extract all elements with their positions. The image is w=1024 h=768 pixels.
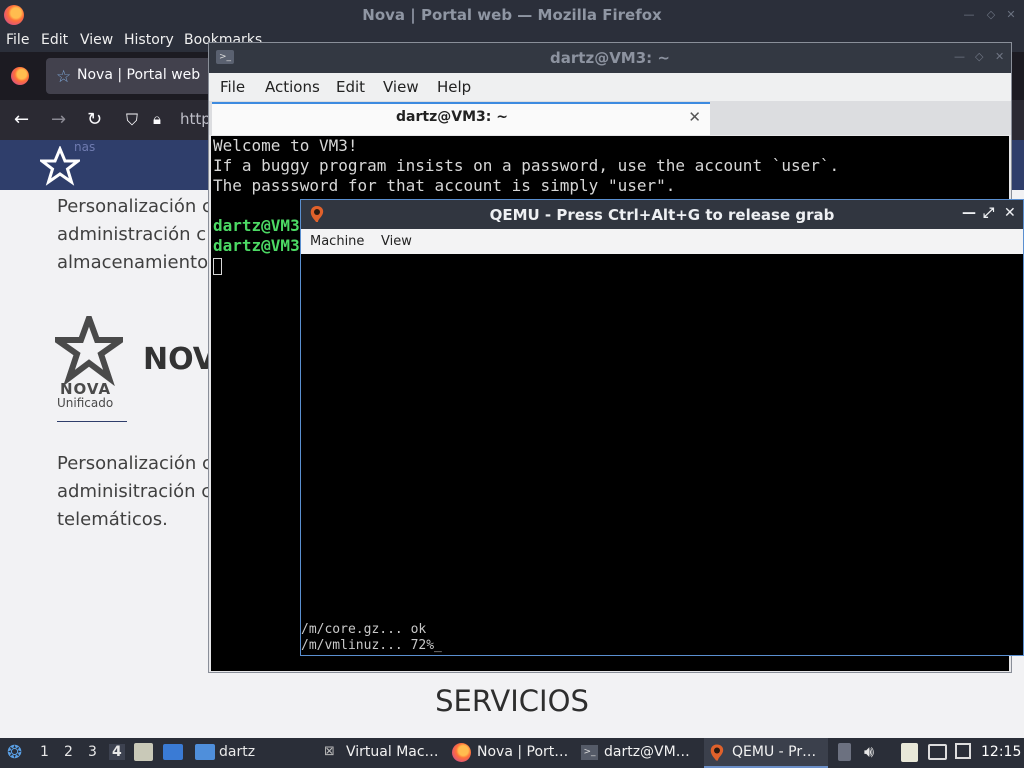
terminal-menu-help[interactable]: Help bbox=[437, 78, 471, 96]
firefox-window-title: Nova | Portal web — Mozilla Firefox bbox=[362, 6, 662, 24]
folder-icon[interactable] bbox=[195, 744, 215, 760]
task-qemu[interactable]: QEMU - Pr… bbox=[704, 738, 828, 768]
forward-arrow-icon[interactable]: → bbox=[51, 109, 66, 130]
logo-underline bbox=[57, 421, 127, 422]
star-favicon-icon: ☆ bbox=[56, 67, 72, 87]
nova-logo-sub: Unificado bbox=[57, 396, 114, 410]
terminal-tab[interactable]: dartz@VM3: ~ ✕ bbox=[212, 102, 710, 135]
menu-view[interactable]: View bbox=[80, 32, 113, 48]
task-firefox[interactable]: Nova | Port… bbox=[450, 738, 572, 768]
terminal-titlebar[interactable]: >_ dartz@VM3: ~ — ◇ ✕ bbox=[209, 43, 1011, 73]
qemu-console-line: /m/core.gz... ok bbox=[301, 622, 427, 637]
terminal-prompt: dartz@VM3 bbox=[213, 216, 300, 235]
nova-logo: NOVA Unificado bbox=[47, 309, 131, 410]
terminal-menubar: File Actions Edit View Help bbox=[209, 73, 1011, 101]
maximize-icon[interactable]: ◇ bbox=[984, 8, 998, 22]
scroll-tray-icon[interactable] bbox=[838, 743, 851, 761]
terminal-line: The passsword for that account is simply… bbox=[213, 176, 676, 195]
tab-nova-portal[interactable]: ☆ Nova | Portal web bbox=[46, 58, 216, 94]
qemu-window-title: QEMU - Press Ctrl+Alt+G to release grab bbox=[489, 206, 835, 224]
terminal-tabstrip: dartz@VM3: ~ ✕ bbox=[209, 101, 1011, 135]
task-label: Virtual Mac… bbox=[346, 744, 439, 760]
task-label: Nova | Port… bbox=[477, 744, 569, 760]
lock-icon[interactable]: 🔒︎ bbox=[153, 110, 161, 128]
paragraph-1-line-3: almacenamiento bbox=[57, 252, 209, 273]
task-label: QEMU - Pr… bbox=[732, 744, 817, 760]
desktop-launcher-icon[interactable] bbox=[163, 744, 183, 760]
taskbar: ❂ 1 2 3 4 dartz ⊠ Virtual Mac… Nova | Po… bbox=[0, 738, 1024, 768]
terminal-menu-file[interactable]: File bbox=[220, 78, 245, 96]
firefox-titlebar[interactable]: Nova | Portal web — Mozilla Firefox — ◇ … bbox=[0, 0, 1024, 30]
menu-history[interactable]: History bbox=[124, 32, 174, 48]
qemu-menubar: Machine View bbox=[301, 229, 1023, 254]
file-manager-launcher-icon[interactable] bbox=[134, 743, 153, 761]
back-arrow-icon[interactable]: ← bbox=[14, 109, 29, 130]
terminal-menu-actions[interactable]: Actions bbox=[265, 78, 320, 96]
virtualbox-icon: ⊠ bbox=[324, 744, 335, 759]
start-menu-icon[interactable]: ❂ bbox=[7, 742, 22, 763]
nova-logo-star-icon bbox=[47, 309, 131, 387]
tab-label: Nova | Portal web bbox=[77, 67, 201, 83]
task-terminal[interactable]: >_ dartz@VM… bbox=[578, 738, 700, 768]
terminal-line: Welcome to VM3! bbox=[213, 136, 358, 155]
qemu-vm-screen[interactable]: /m/core.gz... ok /m/vmlinuz... 72%_ bbox=[301, 254, 1023, 655]
workspace-3[interactable]: 3 bbox=[88, 744, 97, 760]
task-virtual-machine[interactable]: ⊠ Virtual Mac… bbox=[322, 738, 442, 768]
folder-label[interactable]: dartz bbox=[219, 744, 255, 760]
terminal-prompt: dartz@VM3 bbox=[213, 236, 300, 255]
terminal-menu-edit[interactable]: Edit bbox=[336, 78, 365, 96]
paragraph-2-line-1: Personalización c bbox=[57, 453, 212, 474]
qemu-menu-view[interactable]: View bbox=[381, 234, 412, 249]
close-icon[interactable]: ✕ bbox=[995, 50, 1004, 63]
minimize-icon[interactable]: — bbox=[962, 8, 976, 22]
minimize-icon[interactable]: — bbox=[954, 50, 965, 63]
menu-edit[interactable]: Edit bbox=[41, 32, 68, 48]
terminal-line: If a buggy program insists on a password… bbox=[213, 156, 840, 175]
workspace-2[interactable]: 2 bbox=[64, 744, 73, 760]
paragraph-1-line-2: administración c bbox=[57, 224, 207, 245]
paragraph-2-line-2: adminisitración c bbox=[57, 481, 212, 502]
clipboard-icon[interactable] bbox=[901, 743, 918, 762]
workspace-1[interactable]: 1 bbox=[40, 744, 49, 760]
nova-star-icon[interactable] bbox=[40, 146, 80, 186]
tab-close-icon[interactable]: ✕ bbox=[688, 108, 701, 126]
shield-icon[interactable]: ⛉ bbox=[126, 110, 138, 130]
task-label: dartz@VM… bbox=[604, 744, 690, 760]
qemu-window: QEMU - Press Ctrl+Alt+G to release grab … bbox=[300, 199, 1024, 656]
paragraph-1-line-1: Personalización c bbox=[57, 196, 212, 217]
minimize-icon[interactable]: — bbox=[962, 205, 976, 221]
close-icon[interactable]: ✕ bbox=[1004, 205, 1016, 221]
terminal-menu-view[interactable]: View bbox=[383, 78, 419, 96]
qemu-icon bbox=[710, 744, 724, 761]
reload-icon[interactable]: ↻ bbox=[87, 109, 102, 130]
qemu-console-line: /m/vmlinuz... 72%_ bbox=[301, 638, 442, 653]
firefox-icon bbox=[452, 743, 471, 762]
paragraph-2-line-3: telemáticos. bbox=[57, 509, 168, 530]
url-bar-input[interactable]: http bbox=[180, 110, 211, 128]
terminal-icon: >_ bbox=[581, 745, 598, 760]
section-title-servicios: SERVICIOS bbox=[435, 684, 589, 718]
clock[interactable]: 12:15 bbox=[981, 744, 1021, 760]
terminal-window-title: dartz@VM3: ~ bbox=[550, 49, 670, 67]
network-icon[interactable] bbox=[955, 743, 971, 759]
workspace-4[interactable]: 4 bbox=[109, 744, 125, 760]
menu-file[interactable]: File bbox=[6, 32, 29, 48]
screen-icon[interactable] bbox=[928, 744, 947, 760]
qemu-titlebar[interactable]: QEMU - Press Ctrl+Alt+G to release grab … bbox=[301, 200, 1023, 229]
maximize-icon[interactable]: ⤢ bbox=[983, 205, 994, 221]
qemu-menu-machine[interactable]: Machine bbox=[310, 234, 364, 249]
close-icon[interactable]: ✕ bbox=[1004, 8, 1018, 22]
firefox-view-icon[interactable] bbox=[11, 67, 29, 85]
maximize-icon[interactable]: ◇ bbox=[975, 50, 983, 63]
terminal-tab-label: dartz@VM3: ~ bbox=[396, 109, 508, 125]
terminal-cursor bbox=[213, 258, 222, 275]
volume-icon[interactable]: 🔊︎ bbox=[864, 742, 874, 762]
